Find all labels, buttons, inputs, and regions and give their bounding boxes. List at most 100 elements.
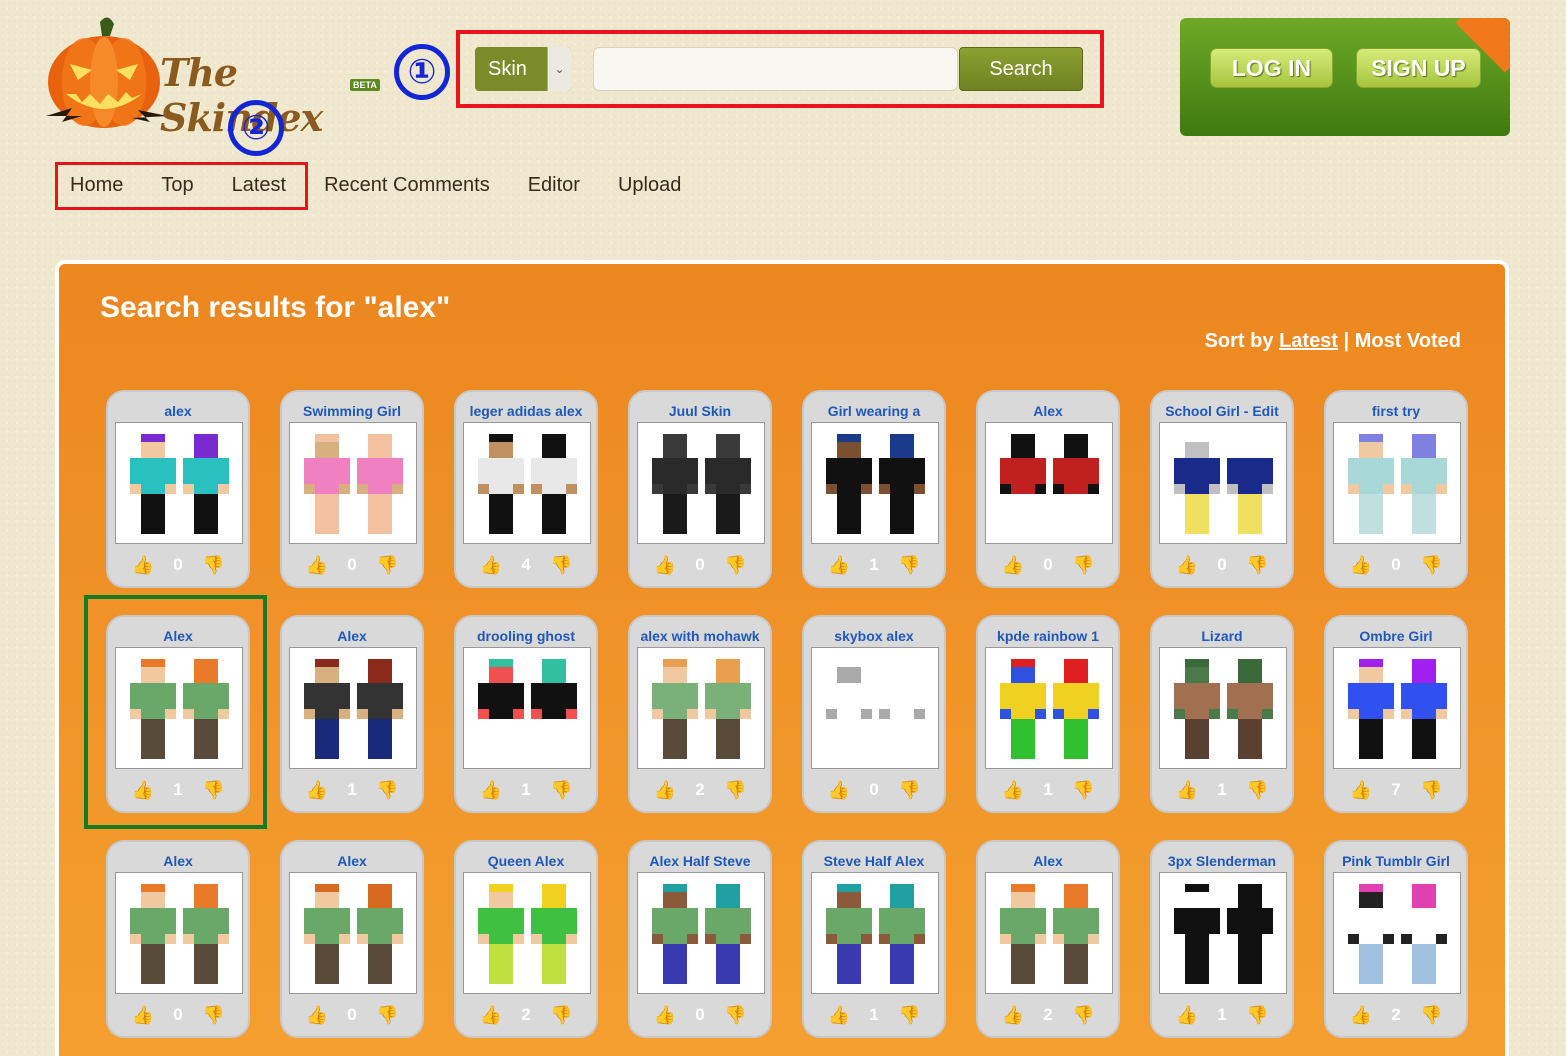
nav-item-upload[interactable]: Upload [599, 174, 700, 197]
skin-card[interactable]: first try 👍 0 👎 [1324, 390, 1468, 588]
skin-preview[interactable] [289, 647, 417, 769]
thumbs-down-icon[interactable]: 👎 [898, 779, 920, 801]
thumbs-down-icon[interactable]: 👎 [202, 1004, 224, 1026]
skin-preview[interactable] [289, 422, 417, 544]
skin-preview[interactable] [1333, 872, 1461, 994]
skin-card[interactable]: skybox alex 👍 0 👎 [802, 615, 946, 813]
skin-name-link[interactable]: Alex [282, 853, 422, 869]
skin-card[interactable]: alex 👍 0 👎 [106, 390, 250, 588]
thumbs-down-icon[interactable]: 👎 [1072, 1004, 1094, 1026]
skin-card[interactable]: 3px Slenderman 👍 1 👎 [1150, 840, 1294, 1038]
skin-card[interactable]: Alex Half Steve 👍 0 👎 [628, 840, 772, 1038]
skin-name-link[interactable]: Alex [108, 853, 248, 869]
thumbs-down-icon[interactable]: 👎 [1420, 1004, 1442, 1026]
thumbs-down-icon[interactable]: 👎 [550, 554, 572, 576]
skin-preview[interactable] [289, 872, 417, 994]
nav-item-editor[interactable]: Editor [509, 174, 599, 197]
skin-preview[interactable] [985, 872, 1113, 994]
skin-name-link[interactable]: kpde rainbow 1 [978, 628, 1118, 644]
skin-card[interactable]: Alex 👍 2 👎 [976, 840, 1120, 1038]
thumbs-up-icon[interactable]: 👍 [1350, 554, 1372, 576]
skin-preview[interactable] [1333, 422, 1461, 544]
skin-card[interactable]: leger adidas alex 👍 4 👎 [454, 390, 598, 588]
skin-name-link[interactable]: Queen Alex [456, 853, 596, 869]
skin-name-link[interactable]: Juul Skin [630, 403, 770, 419]
thumbs-down-icon[interactable]: 👎 [1420, 779, 1442, 801]
skin-card[interactable]: Alex 👍 0 👎 [280, 840, 424, 1038]
search-button[interactable]: Search [959, 47, 1083, 91]
sort-most-voted-link[interactable]: Most Voted [1355, 330, 1461, 352]
thumbs-up-icon[interactable]: 👍 [654, 554, 676, 576]
thumbs-down-icon[interactable]: 👎 [1072, 554, 1094, 576]
skin-card[interactable]: Ombre Girl 👍 7 👎 [1324, 615, 1468, 813]
skin-name-link[interactable]: 3px Slenderman [1152, 853, 1292, 869]
thumbs-down-icon[interactable]: 👎 [1420, 554, 1442, 576]
skin-preview[interactable] [637, 422, 765, 544]
thumbs-up-icon[interactable]: 👍 [306, 779, 328, 801]
thumbs-up-icon[interactable]: 👍 [1176, 1004, 1198, 1026]
skin-name-link[interactable]: Lizard [1152, 628, 1292, 644]
skin-card[interactable]: Girl wearing a 👍 1 👎 [802, 390, 946, 588]
skin-name-link[interactable]: Girl wearing a [804, 403, 944, 419]
skin-card[interactable]: alex with mohawk 👍 2 👎 [628, 615, 772, 813]
thumbs-up-icon[interactable]: 👍 [654, 779, 676, 801]
skin-preview[interactable] [1333, 647, 1461, 769]
thumbs-up-icon[interactable]: 👍 [132, 554, 154, 576]
search-type-select[interactable]: Skin ⌄ [475, 47, 571, 91]
thumbs-down-icon[interactable]: 👎 [724, 1004, 746, 1026]
skin-card[interactable]: Queen Alex 👍 2 👎 [454, 840, 598, 1038]
skin-name-link[interactable]: leger adidas alex [456, 403, 596, 419]
thumbs-up-icon[interactable]: 👍 [1002, 1004, 1024, 1026]
skin-preview[interactable] [811, 872, 939, 994]
thumbs-up-icon[interactable]: 👍 [828, 779, 850, 801]
thumbs-up-icon[interactable]: 👍 [480, 779, 502, 801]
skin-preview[interactable] [463, 872, 591, 994]
chevron-down-icon[interactable]: ⌄ [547, 47, 571, 91]
thumbs-down-icon[interactable]: 👎 [376, 554, 398, 576]
thumbs-down-icon[interactable]: 👎 [376, 779, 398, 801]
skin-name-link[interactable]: drooling ghost [456, 628, 596, 644]
skin-card[interactable]: kpde rainbow 1 👍 1 👎 [976, 615, 1120, 813]
thumbs-up-icon[interactable]: 👍 [306, 554, 328, 576]
thumbs-up-icon[interactable]: 👍 [828, 554, 850, 576]
skin-name-link[interactable]: alex with mohawk [630, 628, 770, 644]
skin-name-link[interactable]: first try [1326, 403, 1466, 419]
skin-name-link[interactable]: Swimming Girl [282, 403, 422, 419]
thumbs-up-icon[interactable]: 👍 [654, 1004, 676, 1026]
skin-card[interactable]: Lizard 👍 1 👎 [1150, 615, 1294, 813]
thumbs-down-icon[interactable]: 👎 [724, 779, 746, 801]
skin-name-link[interactable]: Alex [978, 403, 1118, 419]
login-button[interactable]: LOG IN [1210, 48, 1333, 88]
skin-preview[interactable] [463, 422, 591, 544]
skin-card[interactable]: Alex 👍 0 👎 [976, 390, 1120, 588]
skin-card[interactable]: Swimming Girl 👍 0 👎 [280, 390, 424, 588]
thumbs-down-icon[interactable]: 👎 [724, 554, 746, 576]
thumbs-up-icon[interactable]: 👍 [1350, 779, 1372, 801]
search-input[interactable] [593, 47, 958, 91]
skin-preview[interactable] [1159, 647, 1287, 769]
skin-card[interactable]: School Girl - Edit 👍 0 👎 [1150, 390, 1294, 588]
skin-name-link[interactable]: Pink Tumblr Girl [1326, 853, 1466, 869]
skin-name-link[interactable]: School Girl - Edit [1152, 403, 1292, 419]
skin-preview[interactable] [1159, 872, 1287, 994]
skin-preview[interactable] [637, 872, 765, 994]
thumbs-down-icon[interactable]: 👎 [898, 554, 920, 576]
skin-name-link[interactable]: Alex Half Steve [630, 853, 770, 869]
thumbs-down-icon[interactable]: 👎 [376, 1004, 398, 1026]
thumbs-up-icon[interactable]: 👍 [1002, 554, 1024, 576]
thumbs-down-icon[interactable]: 👎 [1246, 554, 1268, 576]
skin-card[interactable]: Steve Half Alex 👍 1 👎 [802, 840, 946, 1038]
thumbs-up-icon[interactable]: 👍 [306, 1004, 328, 1026]
thumbs-up-icon[interactable]: 👍 [1176, 779, 1198, 801]
skin-name-link[interactable]: Steve Half Alex [804, 853, 944, 869]
skin-card[interactable]: Pink Tumblr Girl 👍 2 👎 [1324, 840, 1468, 1038]
skin-card[interactable]: Alex 👍 0 👎 [106, 840, 250, 1038]
skin-preview[interactable] [811, 647, 939, 769]
skin-preview[interactable] [1159, 422, 1287, 544]
skin-name-link[interactable]: Alex [978, 853, 1118, 869]
skin-preview[interactable] [115, 422, 243, 544]
thumbs-up-icon[interactable]: 👍 [828, 1004, 850, 1026]
skin-card[interactable]: Alex 👍 1 👎 [280, 615, 424, 813]
skin-name-link[interactable]: Alex [282, 628, 422, 644]
skin-preview[interactable] [985, 422, 1113, 544]
